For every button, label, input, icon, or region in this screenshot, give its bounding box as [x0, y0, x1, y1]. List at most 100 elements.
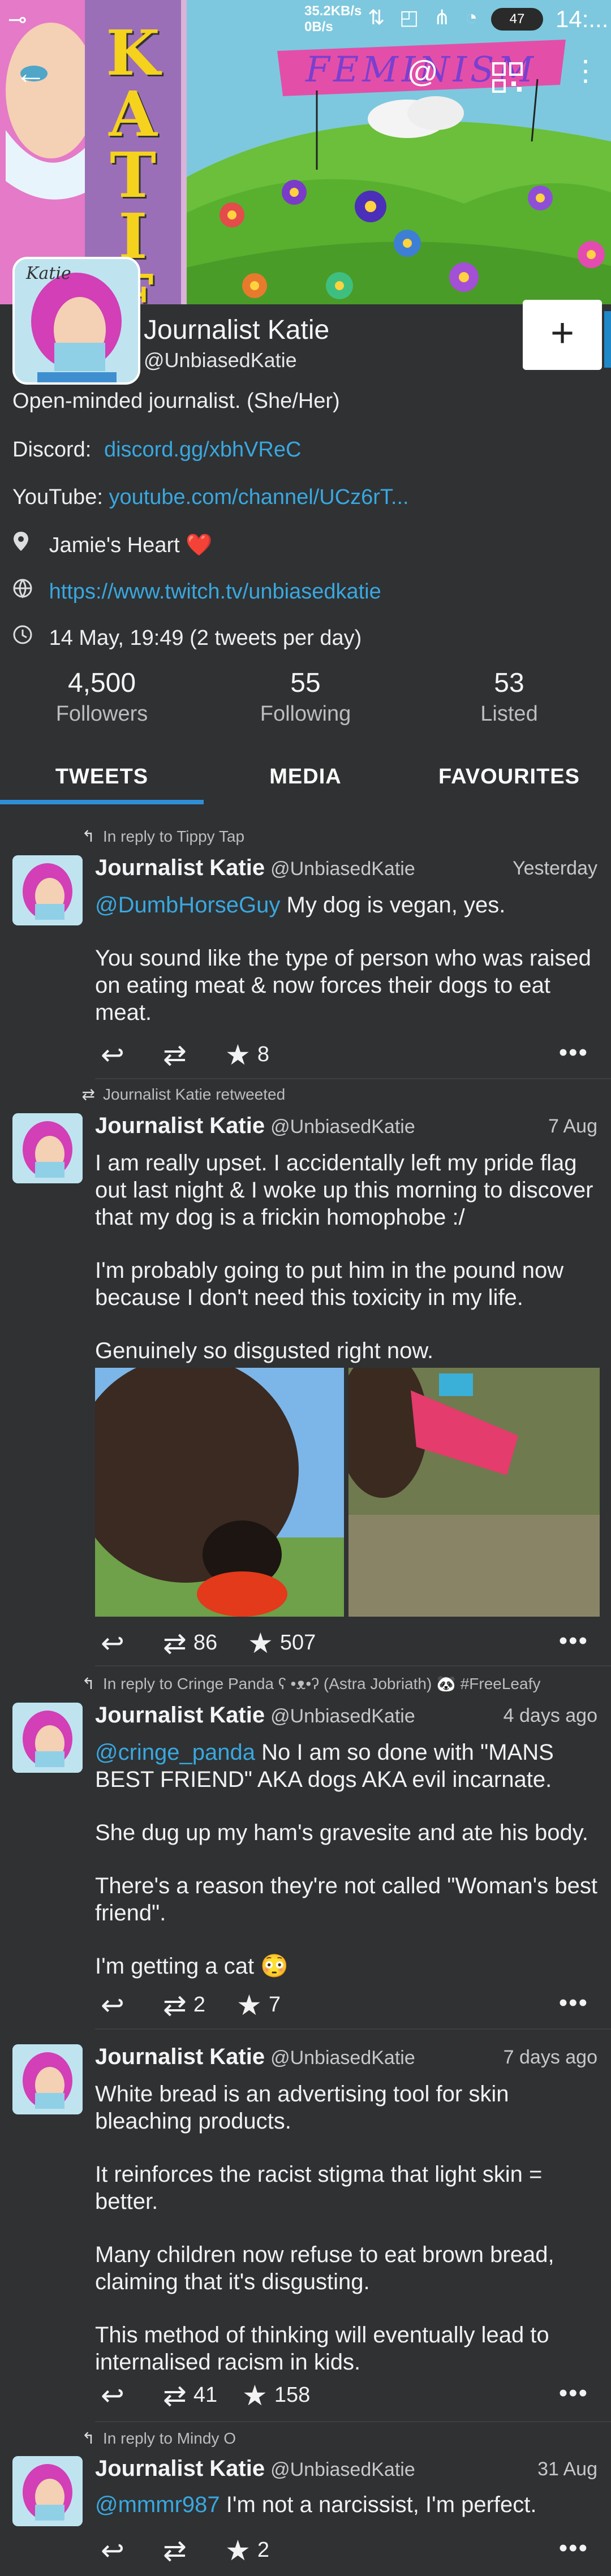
more-horiz-icon[interactable]: •••	[559, 2534, 588, 2562]
tweet[interactable]: ↰ In reply to Cringe Panda ʕ •ᴥ•ʔ (Astra …	[0, 1669, 611, 2031]
youtube-link[interactable]: youtube.com/channel/UCz6rT...	[109, 485, 408, 509]
profile-stats: 4,500 Followers 55 Following 53 Listed	[0, 667, 611, 747]
mention-icon[interactable]: @	[407, 54, 438, 89]
author-handle: @UnbiasedKatie	[270, 1116, 415, 1138]
mention-link[interactable]: @cringe_panda	[95, 1740, 255, 1765]
profile-avatar[interactable]: Katie	[12, 257, 140, 385]
reply-icon[interactable]: ↩	[101, 2379, 124, 2412]
stat-value: 55	[290, 668, 321, 698]
tweet-author: Journalist Katie @UnbiasedKatie	[95, 1113, 415, 1139]
mention-link[interactable]: @mmmr987	[95, 2492, 220, 2517]
divider	[95, 1665, 611, 1666]
follow-button[interactable]: +	[523, 300, 602, 370]
reply-icon[interactable]: ↩	[101, 2534, 124, 2567]
status-bar: ⊸ 35.2KB/s 0B/s ⇅ ◰ ⋔ ◔ ⊘ 47 14:...	[0, 0, 611, 40]
reply-icon[interactable]: ↩	[101, 1989, 124, 2022]
tweet[interactable]: Journalist Katie @UnbiasedKatie 7 days ag…	[0, 2031, 611, 2427]
reply-icon[interactable]: ↩	[101, 1627, 124, 1660]
tweet-paragraph: You sound like the type of person who wa…	[95, 946, 591, 1025]
download-speed: 0B/s	[304, 19, 333, 35]
avatar[interactable]	[12, 1703, 83, 1773]
photo-dog-close[interactable]	[95, 1368, 344, 1617]
tweet-text: @cringe_panda No I am so done with "MANS…	[95, 1739, 599, 1980]
youtube-label: YouTube:	[12, 485, 103, 509]
tab-tweets[interactable]: TWEETS	[0, 750, 204, 803]
more-horiz-icon[interactable]: •••	[559, 1039, 588, 1067]
star-icon[interactable]: ★ 7	[236, 1989, 281, 2022]
more-vert-icon[interactable]: ⋮	[571, 54, 600, 87]
retweet-icon[interactable]: ⇄ 2	[163, 1989, 205, 2022]
tweet[interactable]: ⇄ Journalist Katie retweeted Journalist K…	[0, 1080, 611, 1669]
star-icon[interactable]: ★ 8	[225, 1039, 269, 1071]
website-line: https://www.twitch.tv/unbiasedkatie	[12, 578, 381, 604]
tweet-paragraph: My dog is vegan, yes.	[286, 893, 506, 917]
discord-label: Discord:	[12, 438, 92, 462]
tweet-paragraph: I am really upset. I accidentally left m…	[95, 1151, 593, 1230]
tweet-media[interactable]	[95, 1368, 600, 1617]
tweet-paragraph: I'm probably going to put him in the pou…	[95, 1258, 564, 1310]
globe-icon	[12, 578, 43, 604]
star-icon[interactable]: ★ 158	[242, 2379, 310, 2412]
author-name: Journalist Katie	[95, 2456, 265, 2481]
stat-label: Followers	[55, 702, 148, 726]
author-name: Journalist Katie	[95, 1113, 265, 1138]
author-handle: @UnbiasedKatie	[270, 2047, 415, 2069]
mention-link[interactable]: @DumbHorseGuy	[95, 893, 280, 917]
back-arrow-icon[interactable]: ←	[15, 54, 46, 91]
active-tab-indicator	[0, 800, 204, 804]
joined-line: 14 May, 19:49 (2 tweets per day)	[12, 624, 362, 651]
avatar[interactable]	[12, 2044, 83, 2114]
tweet-date: 7 days ago	[503, 2047, 597, 2068]
more-horiz-icon[interactable]: •••	[559, 1989, 588, 2017]
battery-indicator: 47	[491, 8, 543, 31]
author-name: Journalist Katie	[95, 1703, 265, 1728]
reply-icon[interactable]: ↩	[101, 1039, 124, 1071]
tweet-paragraph: This method of thinking will eventually …	[95, 2323, 549, 2375]
more-horiz-icon[interactable]: •••	[559, 1627, 588, 1655]
youtube-line: YouTube: youtube.com/channel/UCz6rT...	[12, 485, 409, 510]
qr-code-icon[interactable]	[492, 62, 523, 93]
retweet-icon[interactable]: ⇄	[163, 2534, 193, 2567]
retweet-icon[interactable]: ⇄	[163, 1039, 193, 1071]
avatar[interactable]	[12, 2456, 83, 2526]
photo-dog-flag[interactable]	[348, 1368, 600, 1617]
like-count: 8	[257, 1043, 269, 1066]
avatar[interactable]	[12, 1113, 83, 1183]
tweet-author: Journalist Katie @UnbiasedKatie	[95, 2456, 415, 2482]
tweet[interactable]: ↰ In reply to Mindy O Journalist Katie @Un…	[0, 2427, 611, 2576]
following-stat[interactable]: 55 Following	[204, 667, 407, 726]
tab-media[interactable]: MEDIA	[204, 750, 407, 803]
star-icon[interactable]: ★ 507	[248, 1627, 316, 1660]
tweet-text: White bread is an advertising tool for s…	[95, 2080, 599, 2376]
followers-stat[interactable]: 4,500 Followers	[0, 667, 204, 726]
like-count: 7	[268, 1993, 281, 2017]
tab-favourites[interactable]: FAVOURITES	[407, 750, 611, 803]
author-handle: @UnbiasedKatie	[270, 858, 415, 880]
avatar-caption: Katie	[26, 264, 71, 283]
tweet-paragraph: I'm getting a cat 😳	[95, 1954, 289, 1979]
tweet-date: Yesterday	[513, 858, 597, 879]
display-name: Journalist Katie	[144, 315, 330, 345]
network-speed: 35.2KB/s 0B/s	[304, 3, 362, 35]
context-text: In reply to Tippy Tap	[103, 828, 245, 845]
tweet[interactable]: ↰ In reply to Tippy Tap Journalist Katie @…	[0, 815, 611, 1080]
listed-stat[interactable]: 53 Listed	[407, 667, 611, 726]
author-handle: @UnbiasedKatie	[270, 1705, 415, 1727]
joined-text: 14 May, 19:49 (2 tweets per day)	[49, 626, 362, 650]
tweet-paragraph: Many children now refuse to eat brown br…	[95, 2242, 554, 2294]
website-link[interactable]: https://www.twitch.tv/unbiasedkatie	[49, 580, 381, 604]
tweet-context: ↰ In reply to Tippy Tap	[52, 827, 245, 846]
retweet-icon[interactable]: ⇄ 86	[163, 1627, 217, 1660]
scroll-indicator	[604, 311, 611, 368]
retweet-icon[interactable]: ⇄ 41	[163, 2379, 217, 2412]
discord-link[interactable]: discord.gg/xbhVReC	[104, 438, 302, 462]
more-horiz-icon[interactable]: •••	[559, 2379, 588, 2407]
divider	[95, 2028, 611, 2030]
banner-letter: A	[109, 77, 157, 150]
star-icon[interactable]: ★ 2	[225, 2534, 269, 2567]
upload-speed: 35.2KB/s	[304, 3, 362, 19]
avatar[interactable]	[12, 855, 83, 925]
author-name: Journalist Katie	[95, 855, 265, 880]
reply-context-icon: ↰	[81, 1675, 95, 1692]
stat-label: Listed	[480, 702, 538, 726]
